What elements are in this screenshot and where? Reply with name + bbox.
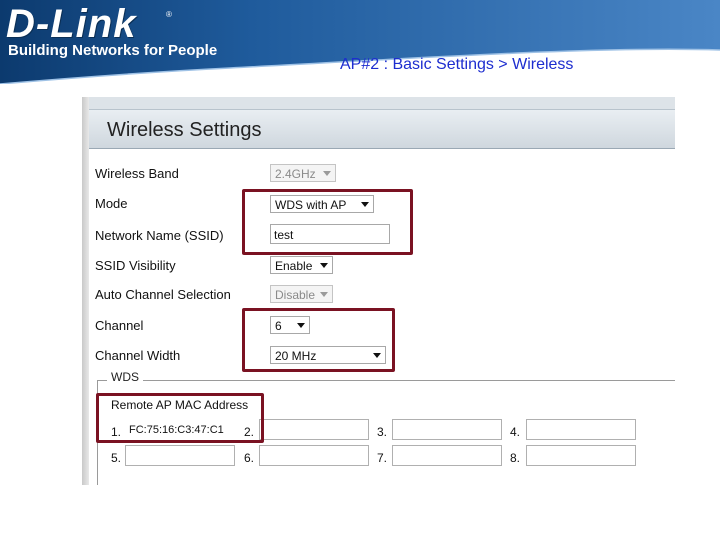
- panel-title: Wireless Settings: [107, 119, 262, 141]
- mac-number-4: 4.: [510, 425, 521, 439]
- mac-number-8: 8.: [510, 451, 521, 465]
- panel-top-strip: [89, 97, 675, 109]
- mac-address-input-4[interactable]: [526, 419, 636, 440]
- mode-label: Mode: [95, 196, 128, 211]
- logo-tagline: Building Networks for People: [8, 42, 218, 59]
- highlight-mac-address: [96, 393, 264, 443]
- mac-address-input-6[interactable]: [259, 445, 369, 466]
- mac-number-6: 6.: [244, 451, 255, 465]
- wireless-settings-panel: Wireless Settings Wireless Band 2.4GHz M…: [82, 97, 675, 485]
- panel-header: Wireless Settings: [89, 109, 675, 149]
- auto-channel-label: Auto Channel Selection: [95, 287, 231, 302]
- highlight-channel: [242, 308, 395, 372]
- auto-channel-value: Disable: [275, 288, 316, 302]
- mac-address-input-5[interactable]: [125, 445, 235, 466]
- mac-address-input-2[interactable]: [259, 419, 369, 440]
- auto-channel-select: Disable: [270, 285, 333, 303]
- channel-width-label: Channel Width: [95, 348, 181, 363]
- channel-label: Channel: [95, 318, 144, 333]
- wireless-band-select: 2.4GHz: [270, 164, 336, 182]
- mac-number-5: 5.: [111, 451, 122, 465]
- chevron-down-icon: [320, 292, 328, 297]
- panel-edge: [82, 97, 89, 485]
- wireless-band-value: 2.4GHz: [275, 167, 316, 181]
- registered-mark: ®: [166, 10, 172, 19]
- page-caption: AP#2 : Basic Settings > Wireless: [340, 56, 574, 73]
- ssid-visibility-label: SSID Visibility: [95, 258, 176, 273]
- dlink-logo: D-Link: [6, 2, 137, 46]
- mac-address-input-3[interactable]: [392, 419, 502, 440]
- mac-number-7: 7.: [377, 451, 388, 465]
- wds-legend: WDS: [107, 370, 143, 384]
- mac-address-input-8[interactable]: [526, 445, 636, 466]
- highlight-mode-ssid: [242, 189, 413, 255]
- chevron-down-icon: [323, 171, 331, 176]
- mac-address-input-7[interactable]: [392, 445, 502, 466]
- ssid-label: Network Name (SSID): [95, 228, 224, 243]
- mac-number-3: 3.: [377, 425, 388, 439]
- ssid-visibility-value: Enable: [275, 259, 313, 273]
- chevron-down-icon: [320, 263, 328, 268]
- wireless-band-label: Wireless Band: [95, 166, 179, 181]
- ssid-visibility-select[interactable]: Enable: [270, 256, 333, 274]
